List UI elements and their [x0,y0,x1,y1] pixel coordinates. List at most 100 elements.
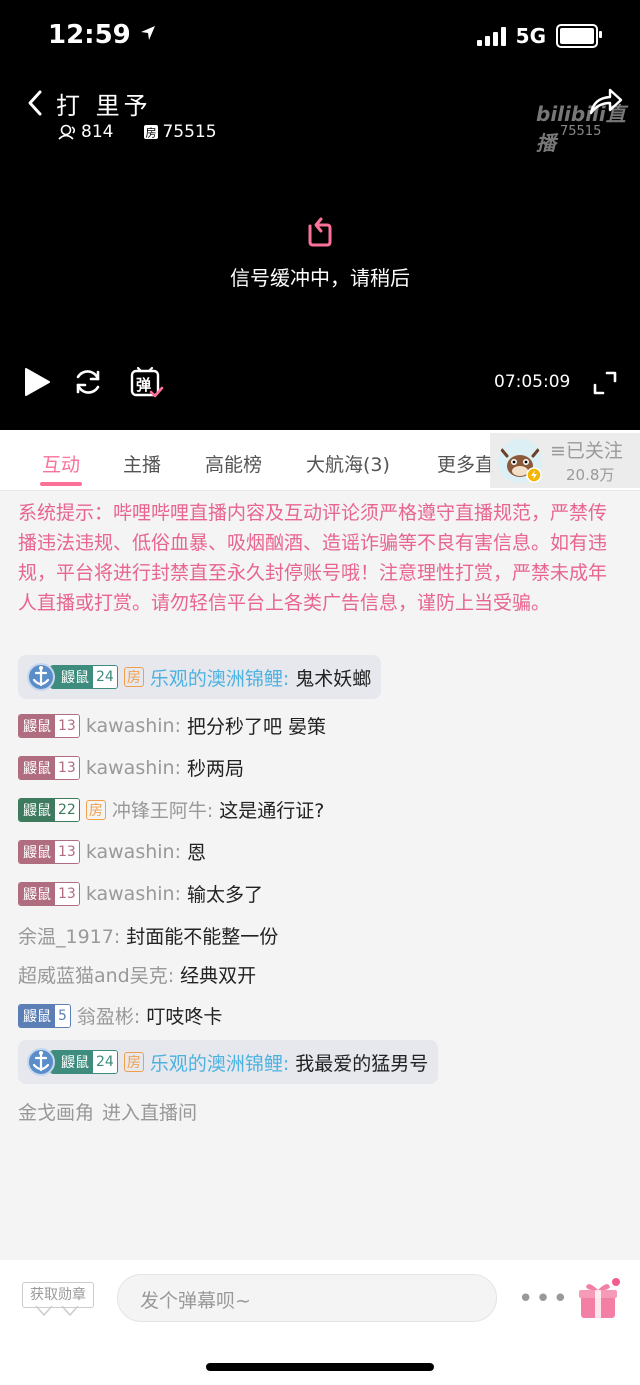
tab-ranking[interactable]: 高能榜 [205,450,262,477]
tab-streamer[interactable]: 主播 [123,450,161,477]
guard-anchor-icon [26,1047,56,1077]
room-admin-badge: 房 [85,799,106,820]
medal-level: 24 [93,666,117,688]
username[interactable]: kawashin: [86,841,181,863]
chat-message[interactable]: 鼹鼠 13 kawashin: 恩 [18,838,206,865]
username[interactable]: 冲锋王阿牛: [112,796,213,823]
message-text: 秒两局 [187,758,245,780]
username[interactable]: 余温_1917: [18,922,120,949]
refresh-icon[interactable] [72,366,104,398]
username[interactable]: 金戈画角 [18,1098,94,1125]
chat-message[interactable]: 鼹鼠 24 房 乐观的澳洲锦鲤: 我最爱的猛男号 [18,1040,439,1084]
medal-name: 鼹鼠 [19,714,55,737]
viewers-icon [58,124,76,140]
network-type: 5G [515,24,546,48]
clock: 12:59 [48,20,131,50]
status-time: 12:59 [48,20,156,50]
fan-medal[interactable]: 鼹鼠 13 [18,713,80,738]
fan-medal[interactable]: 鼹鼠 24 [50,1050,118,1074]
buffering-icon [308,217,332,247]
viewer-count-value: 814 [81,122,114,142]
username[interactable]: kawashin: [86,883,181,905]
video-player[interactable]: 12:59 5G 打 里予 814 房 75515 bilibili直播 755… [0,0,640,430]
system-notice: 系统提示：哔哩哔哩直播内容及互动评论须严格遵守直播规范，严禁传播违法违规、低俗血… [18,502,608,614]
medal-name: 鼹鼠 [51,1051,93,1073]
chat-message[interactable]: 鼹鼠 13 kawashin: 秒两局 [18,754,244,781]
fan-medal[interactable]: 鼹鼠 24 [50,665,118,689]
medal-name: 鼹鼠 [19,1004,55,1027]
chat-message[interactable]: 鼹鼠 13 kawashin: 把分秒了吧 晏策 [18,712,326,739]
medal-name: 鼹鼠 [19,756,55,779]
location-arrow-icon [140,26,155,40]
chat-message[interactable]: 余温_1917: 封面能不能整一份 [18,922,278,949]
room-admin-badge: 房 [123,1052,144,1072]
fan-medal[interactable]: 鼹鼠 13 [18,881,80,906]
message-text: 封面能不能整一份 [126,926,279,948]
tab-interaction[interactable]: 互动 [42,450,80,477]
verified-icon [526,467,542,483]
message-text: 恩 [187,842,207,864]
room-admin-badge: 房 [123,667,144,687]
room-number-value: 75515 [162,122,217,142]
fan-medal[interactable]: 鼹鼠 13 [18,839,80,864]
follow-status[interactable]: ≡已关注 [550,436,623,463]
username[interactable]: 乐观的澳洲锦鲤: [150,664,289,691]
medal-level: 13 [55,756,79,779]
share-icon[interactable] [588,86,624,116]
play-icon[interactable] [22,366,52,398]
more-options-button[interactable]: ••• [518,1284,570,1314]
username[interactable]: 乐观的澳洲锦鲤: [150,1049,289,1076]
fan-medal[interactable]: 鼹鼠 13 [18,755,80,780]
chat-panel[interactable]: 系统提示：哔哩哔哩直播内容及互动评论须严格遵守直播规范，严禁传播违法违规、低俗血… [0,492,640,1260]
medal-ribbon-icon [35,1306,79,1316]
chat-message[interactable]: 鼹鼠 5 翁盈彬: 叮吱咚卡 [18,1002,222,1029]
tab-more[interactable]: 更多直 [437,450,494,477]
message-text: 输太多了 [187,884,264,906]
medal-level: 13 [55,882,79,905]
viewer-count: 814 [58,122,113,142]
chat-message[interactable]: 鼹鼠 13 kawashin: 输太多了 [18,880,263,907]
follow-widget[interactable]: ≡已关注 20.8万 [490,433,640,488]
home-indicator [206,1363,434,1371]
message-text: 鬼术妖螂 [295,667,372,690]
back-arrow-icon[interactable] [22,88,52,118]
active-tab-indicator [40,482,82,486]
input-placeholder: 发个弹幕呗~ [140,1290,251,1312]
fullscreen-icon[interactable] [592,370,618,396]
medal-name: 鼹鼠 [19,840,55,863]
medal-name: 鼹鼠 [19,798,55,821]
message-text: 这是通行证? [219,800,325,822]
room-number: 房 75515 [143,122,217,142]
buffering-message: 信号缓冲中，请稍后 [230,266,410,290]
battery-icon [556,24,602,48]
chat-message[interactable]: 超威蓝猫and吴克: 经典双开 [18,961,256,988]
username[interactable]: kawashin: [86,757,181,779]
tab-guard[interactable]: 大航海(3) [306,450,390,477]
message-text: 我最爱的猛男号 [295,1052,429,1075]
get-medal-button[interactable]: 获取勋章 [22,1282,94,1308]
danmaku-toggle[interactable]: 弹 [130,366,164,400]
danmaku-label: 弹 [136,376,152,394]
medal-level: 5 [55,1004,70,1027]
message-text: 经典双开 [180,965,257,987]
fan-medal[interactable]: 鼹鼠 22 [18,797,80,822]
bottom-bar: 获取勋章 发个弹幕呗~ ••• [0,1260,640,1385]
follower-count: 20.8万 [566,466,615,484]
playback-time: 07:05:09 [494,372,571,392]
username[interactable]: 超威蓝猫and吴克: [18,961,174,988]
danmaku-input[interactable]: 发个弹幕呗~ [117,1274,497,1322]
gift-icon[interactable] [576,1278,620,1322]
message-text: 把分秒了吧 晏策 [187,716,327,738]
username[interactable]: 翁盈彬: [77,1002,140,1029]
fan-medal[interactable]: 鼹鼠 5 [18,1003,71,1028]
signal-icon [476,26,506,46]
chat-message[interactable]: 鼹鼠 24 房 乐观的澳洲锦鲤: 鬼术妖螂 [18,655,382,699]
medal-name: 鼹鼠 [51,666,93,688]
guard-anchor-icon [26,662,56,692]
status-bar: 12:59 5G [0,18,640,58]
logo-room-id: 75515 [560,124,602,139]
username[interactable]: kawashin: [86,715,181,737]
room-title: 打 里予 [56,92,152,120]
chat-message[interactable]: 鼹鼠 22 房 冲锋王阿牛: 这是通行证? [18,796,324,823]
medal-level: 13 [55,714,79,737]
